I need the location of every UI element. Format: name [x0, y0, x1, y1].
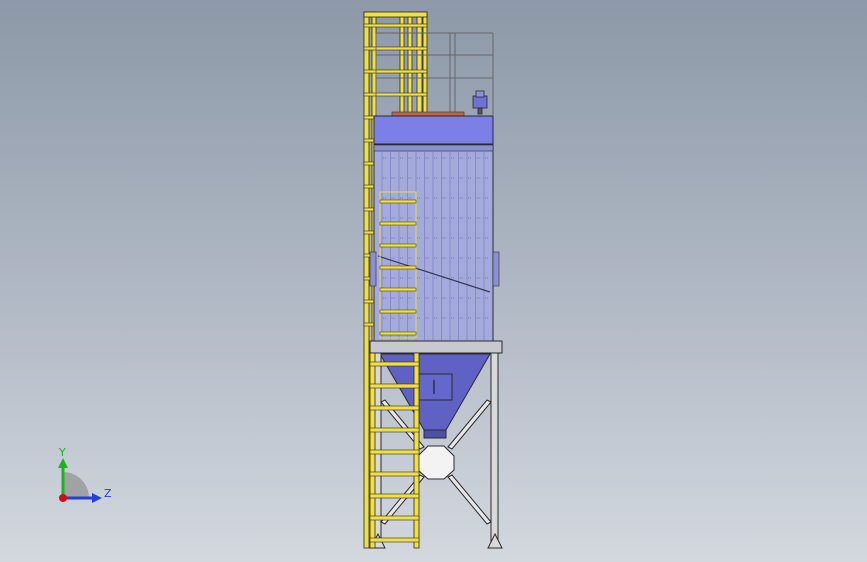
roof-hatch [391, 111, 465, 117]
door-rung [379, 287, 417, 292]
cad-viewport[interactable]: Y Z [0, 0, 867, 562]
ladder-rung [363, 46, 428, 51]
ladder-rung [363, 69, 428, 74]
axis-triad: Y Z [58, 446, 112, 503]
z-axis-label: Z [104, 487, 112, 500]
lower-rung [369, 471, 420, 477]
filter-housing [369, 144, 500, 342]
door-rung [379, 331, 417, 336]
door-rung [379, 243, 417, 248]
door-rung [379, 199, 417, 204]
roof-header [373, 115, 494, 145]
door-rung [379, 309, 417, 314]
lower-rung [369, 515, 420, 521]
dust-collector-model[interactable]: Y Z [0, 0, 867, 562]
door-rung [379, 265, 417, 270]
lower-rung [369, 449, 420, 455]
lower-rung [369, 405, 420, 411]
lower-rung [369, 493, 420, 499]
lower-rung [369, 537, 420, 543]
lower-rung [369, 361, 420, 367]
platform-beam [369, 340, 503, 354]
ladder-rung [363, 92, 428, 97]
motor-icon [472, 90, 488, 115]
door-rung [379, 221, 417, 226]
lower-rung [369, 427, 420, 433]
hopper [379, 353, 491, 439]
y-axis-label: Y [58, 446, 66, 459]
ladder-rung [363, 23, 428, 28]
lower-rung [369, 383, 420, 389]
